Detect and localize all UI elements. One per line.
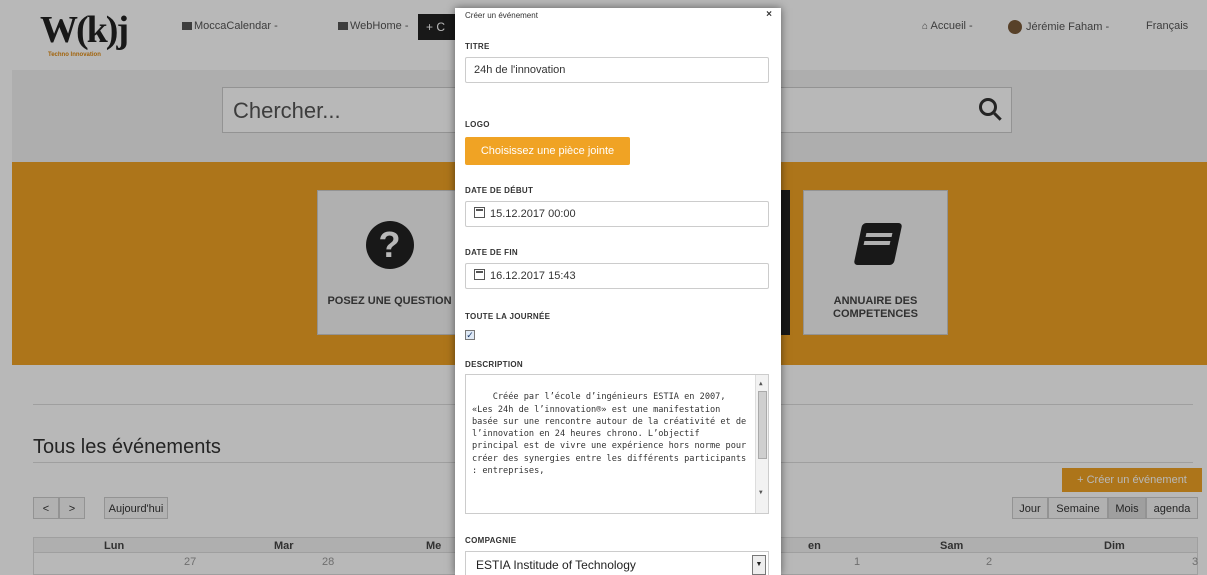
title-label: TITRE — [465, 42, 490, 51]
create-event-dialog: Créer un événement × TITRE 24h de l'inno… — [455, 8, 781, 575]
start-date-field[interactable]: 15.12.2017 00:00 — [465, 201, 769, 227]
company-label: COMPAGNIE — [465, 536, 517, 545]
company-select[interactable]: ESTIA Institude of Technology ▼ — [465, 551, 769, 575]
description-scrollbar[interactable]: ▲ ▼ — [755, 375, 768, 513]
dialog-title: Créer un événement — [465, 11, 538, 20]
end-date-label: DATE DE FIN — [465, 248, 518, 257]
scroll-down-icon[interactable]: ▼ — [759, 487, 763, 499]
company-value: ESTIA Institude of Technology — [476, 558, 636, 572]
scroll-up-icon[interactable]: ▲ — [759, 378, 763, 390]
description-textarea[interactable]: Créée par l’école d’ingénieurs ESTIA en … — [465, 374, 769, 514]
chevron-down-icon[interactable]: ▼ — [752, 555, 766, 575]
end-date-field[interactable]: 16.12.2017 15:43 — [465, 263, 769, 289]
calendar-icon — [474, 207, 485, 218]
description-text: Créée par l’école d’ingénieurs ESTIA en … — [472, 392, 752, 477]
start-date-label: DATE DE DÉBUT — [465, 186, 534, 195]
close-icon[interactable]: × — [766, 9, 772, 20]
attach-file-button[interactable]: Choisissez une pièce jointe — [465, 137, 630, 165]
all-day-label: TOUTE LA JOURNÉE — [465, 312, 551, 321]
description-label: DESCRIPTION — [465, 360, 523, 369]
scroll-thumb[interactable] — [758, 391, 767, 459]
title-field[interactable]: 24h de l'innovation — [465, 57, 769, 83]
logo-label: LOGO — [465, 120, 490, 129]
calendar-icon — [474, 269, 485, 280]
all-day-checkbox[interactable]: ✓ — [465, 330, 475, 340]
